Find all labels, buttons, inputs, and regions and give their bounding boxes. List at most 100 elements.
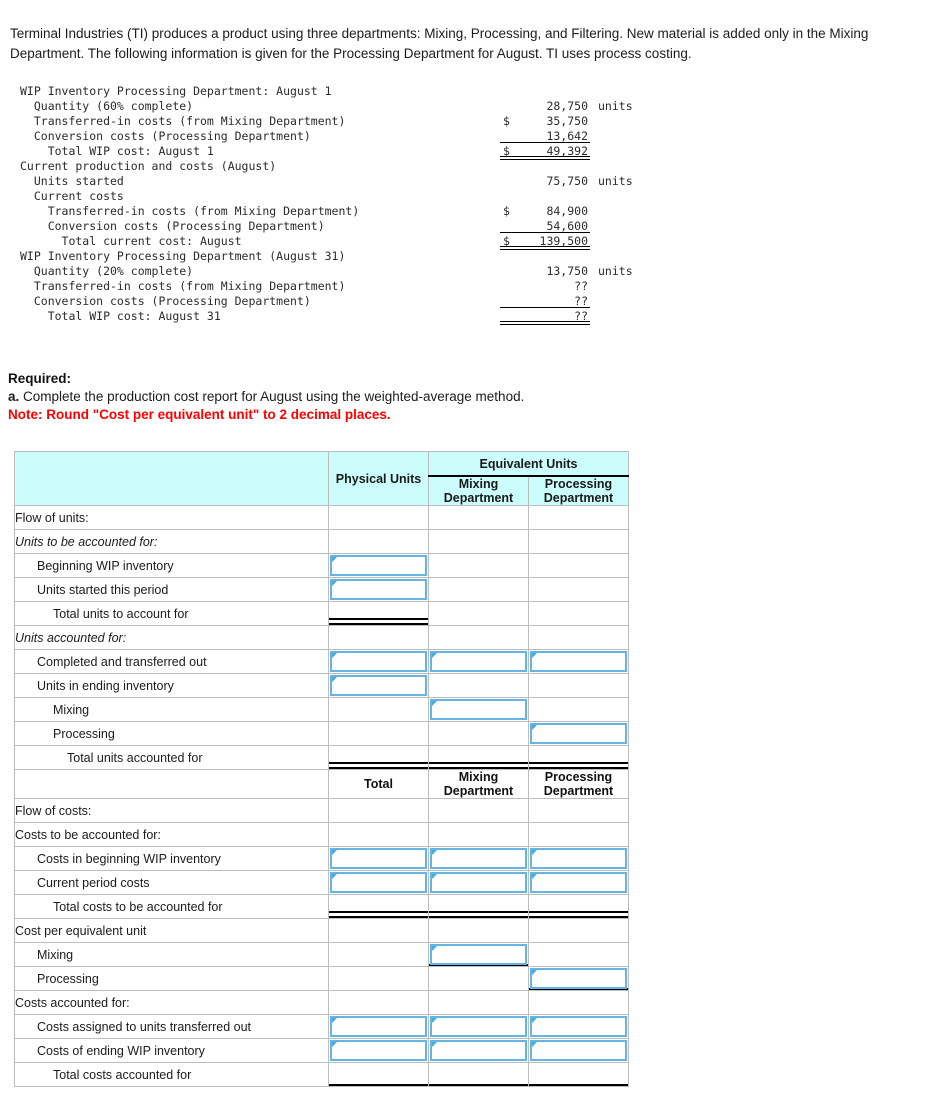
given-data-row: Quantity (20% complete) 13,750 units [0, 264, 660, 279]
answer-input-box[interactable] [330, 848, 427, 869]
answer-cell[interactable] [528, 846, 629, 871]
answer-cell[interactable] [428, 697, 529, 722]
value-cell [328, 798, 429, 823]
given-data-row: WIP Inventory Processing Department (Aug… [0, 249, 660, 264]
header-mixing-department-2: Mixing Department [428, 769, 529, 799]
table-row: Units in ending inventory [14, 673, 629, 698]
answer-input-box[interactable] [330, 579, 427, 600]
answer-cell[interactable] [428, 942, 529, 967]
value-cell [328, 1062, 429, 1087]
production-cost-report-table: Physical Units Equivalent Units Mixing Depa… [14, 451, 629, 1087]
table-row: Beginning WIP inventory [14, 553, 629, 578]
value-cell [328, 894, 429, 919]
answer-cell[interactable] [328, 1038, 429, 1063]
value-cell [428, 894, 529, 919]
value-cell [328, 625, 429, 650]
value-cell [528, 529, 629, 554]
answer-cell[interactable] [328, 553, 429, 578]
value-cell [528, 1062, 629, 1087]
answer-cell[interactable] [528, 870, 629, 895]
header-blank-cell-2 [14, 769, 329, 799]
answer-cell[interactable] [528, 649, 629, 674]
answer-input-box[interactable] [530, 723, 627, 744]
table-row: Units accounted for: [14, 625, 629, 650]
total-double-rule [500, 321, 590, 325]
value-cell [428, 601, 529, 626]
answer-input-box[interactable] [330, 675, 427, 696]
answer-input-box[interactable] [430, 1040, 527, 1061]
answer-cell[interactable] [328, 846, 429, 871]
given-data-unit: units [598, 264, 633, 278]
header-mixing-line1-2: Mixing [458, 770, 499, 784]
answer-cell[interactable] [528, 1014, 629, 1039]
given-data-label: Units started [20, 174, 124, 188]
answer-cell[interactable] [328, 673, 429, 698]
value-cell [328, 918, 429, 943]
header-processing-line2-2: Department [543, 784, 614, 798]
value-cell [428, 625, 529, 650]
answer-input-box[interactable] [330, 1040, 427, 1061]
table-row: Costs to be accounted for: [14, 822, 629, 847]
value-cell [528, 673, 629, 698]
answer-input-box[interactable] [430, 944, 527, 965]
answer-input-box[interactable] [530, 848, 627, 869]
header-blank-cell [14, 451, 329, 506]
value-cell [328, 721, 429, 746]
answer-input-box[interactable] [530, 968, 627, 989]
value-cell [528, 822, 629, 847]
answer-input-box[interactable] [530, 651, 627, 672]
given-data-label: Transferred-in costs (from Mixing Depart… [20, 114, 346, 128]
given-data-row: Quantity (60% complete) 28,750 units [0, 99, 660, 114]
given-data-amount: 35,750 [546, 114, 588, 128]
given-data-row: Total WIP cost: August 31?? [0, 309, 660, 325]
answer-cell[interactable] [428, 870, 529, 895]
value-cell [328, 601, 429, 626]
answer-cell[interactable] [428, 649, 529, 674]
answer-cell[interactable] [328, 649, 429, 674]
answer-cell[interactable] [328, 870, 429, 895]
answer-input-box[interactable] [430, 872, 527, 893]
subtotal-rule [500, 307, 590, 308]
answer-input-box[interactable] [530, 1016, 627, 1037]
answer-cell[interactable] [528, 1038, 629, 1063]
answer-input-box[interactable] [430, 699, 527, 720]
answer-input-box[interactable] [330, 555, 427, 576]
answer-cell[interactable] [428, 1038, 529, 1063]
row-label: Total units to account for [14, 601, 329, 626]
given-data-label: Total WIP cost: August 31 [20, 309, 221, 323]
answer-cell[interactable] [428, 846, 529, 871]
table-row: Total costs accounted for [14, 1062, 629, 1087]
value-cell [428, 798, 529, 823]
given-data-amount: 13,750 [546, 264, 588, 278]
row-label: Costs accounted for: [14, 990, 329, 1015]
problem-intro-text: Terminal Industries (TI) produces a prod… [10, 26, 869, 61]
given-data-amount: 28,750 [546, 99, 588, 113]
answer-cell[interactable] [328, 577, 429, 602]
answer-cell[interactable] [528, 721, 629, 746]
answer-input-box[interactable] [430, 1016, 527, 1037]
report-header-row-costs: Total Mixing Department Processing Departmen… [14, 769, 629, 799]
answer-input-box[interactable] [430, 848, 527, 869]
answer-input-box[interactable] [430, 651, 527, 672]
given-data-row: Current production and costs (August) [0, 159, 660, 174]
row-label: Costs assigned to units transferred out [14, 1014, 329, 1039]
answer-input-box[interactable] [530, 1040, 627, 1061]
answer-cell[interactable] [328, 1014, 429, 1039]
answer-input-box[interactable] [330, 1016, 427, 1037]
given-data-row: WIP Inventory Processing Department: Aug… [0, 84, 660, 99]
answer-cell[interactable] [528, 966, 629, 991]
required-item-a: a. Complete the production cost report f… [8, 388, 708, 406]
given-data-row: Transferred-in costs (from Mixing Depart… [0, 114, 660, 129]
header-processing-department-2: Processing Department [528, 769, 629, 799]
answer-input-box[interactable] [530, 872, 627, 893]
answer-input-box[interactable] [330, 872, 427, 893]
answer-input-box[interactable] [330, 651, 427, 672]
row-label: Units to be accounted for: [14, 529, 329, 554]
row-label: Costs to be accounted for: [14, 822, 329, 847]
value-cell [428, 721, 529, 746]
value-cell [328, 505, 429, 530]
row-label: Units in ending inventory [14, 673, 329, 698]
row-label: Completed and transferred out [14, 649, 329, 674]
answer-cell[interactable] [428, 1014, 529, 1039]
table-row: Units started this period [14, 577, 629, 602]
